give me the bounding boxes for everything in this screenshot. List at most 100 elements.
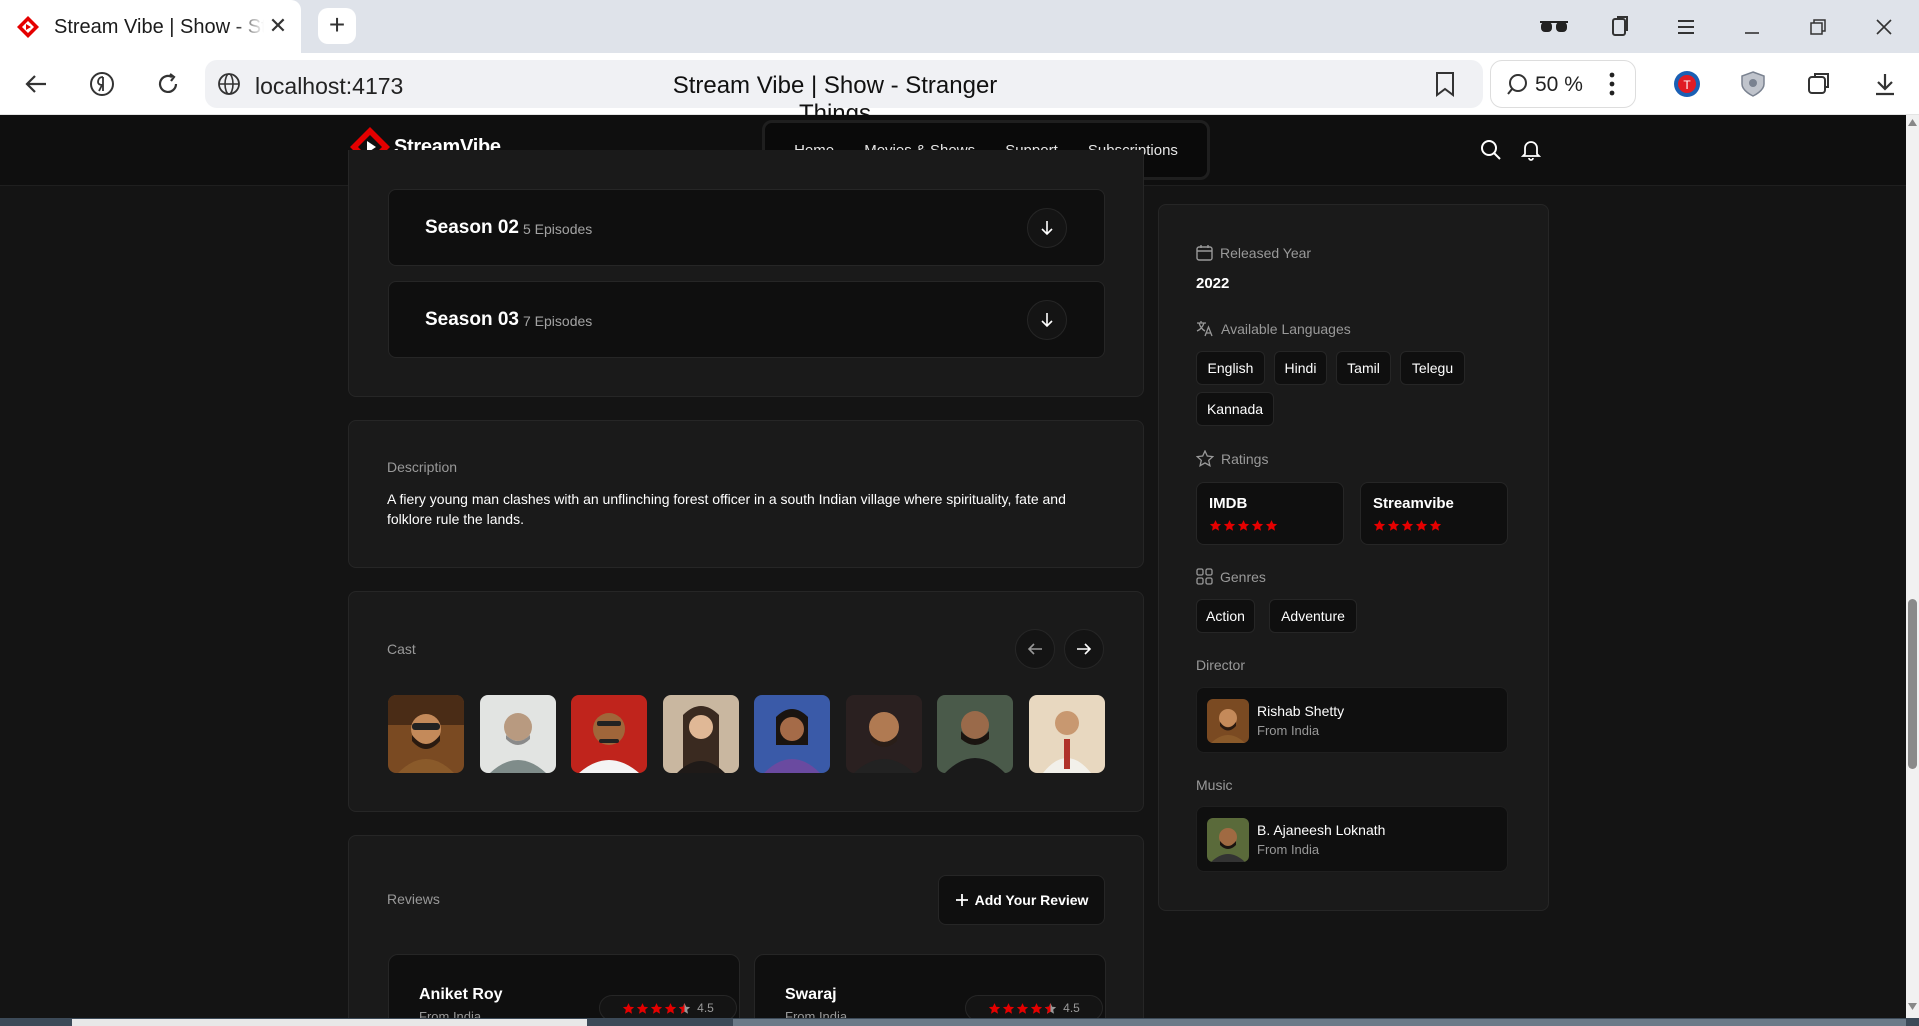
taskbar-segment xyxy=(733,1019,1906,1026)
seasons-panel xyxy=(348,150,1144,397)
star-icon xyxy=(1373,520,1386,531)
more-options-icon[interactable] xyxy=(1596,68,1628,100)
star-icon xyxy=(1003,1002,1015,1014)
cast-member-photo[interactable] xyxy=(846,695,922,773)
bookmark-icon[interactable] xyxy=(1435,71,1455,97)
star-icon xyxy=(1415,520,1428,531)
back-arrow-icon[interactable] xyxy=(20,68,52,100)
cast-member-photo[interactable] xyxy=(480,695,556,773)
grid-icon xyxy=(1196,568,1213,585)
scroll-down-icon[interactable] xyxy=(1908,1003,1917,1010)
expand-season-button[interactable] xyxy=(1027,208,1067,248)
scrollbar-thumb[interactable] xyxy=(1908,599,1917,769)
rating-value: 4.5 xyxy=(697,1001,714,1015)
menu-icon[interactable] xyxy=(1671,12,1701,42)
cast-member-photo[interactable] xyxy=(1029,695,1105,773)
streamvibe-favicon-icon xyxy=(17,16,39,38)
cast-next-button[interactable] xyxy=(1064,629,1104,669)
rating-card-imdb: IMDB xyxy=(1196,482,1344,545)
tab-title: Stream Vibe | Show - Stranger Things xyxy=(54,16,264,39)
star-icon xyxy=(1265,520,1278,531)
language-chip: Kannada xyxy=(1196,392,1274,426)
globe-icon xyxy=(218,73,240,95)
browser-address-bar: localhost:4173 Stream Vibe | Show - Stra… xyxy=(0,53,1919,127)
review-card: Swaraj From India 4.5 xyxy=(754,954,1106,1026)
arrow-down-icon xyxy=(1041,313,1053,328)
season-episodes: 7 Episodes xyxy=(523,313,593,329)
cast-member-photo[interactable] xyxy=(388,695,464,773)
extension-translate-icon[interactable]: T xyxy=(1671,68,1703,100)
director-location: From India xyxy=(1257,723,1320,738)
season-title: Season 03 xyxy=(425,309,519,330)
description-text: A fiery young man clashes with an unflin… xyxy=(387,491,1066,527)
cast-member-photo[interactable] xyxy=(754,695,830,773)
extension-puzzle-icon[interactable] xyxy=(1803,68,1835,100)
star-icon xyxy=(1223,520,1236,531)
cast-member-photo[interactable] xyxy=(571,695,647,773)
expand-season-button[interactable] xyxy=(1027,300,1067,340)
rating-stars-icon xyxy=(1209,519,1278,532)
season-episodes: 5 Episodes xyxy=(523,221,593,237)
rating-card-streamvibe: Streamvibe xyxy=(1360,482,1508,545)
language-chip: English xyxy=(1196,351,1265,385)
rating-stars-icon xyxy=(622,1002,691,1015)
extension-shield-icon[interactable] xyxy=(1737,68,1769,100)
director-name: Rishab Shetty xyxy=(1257,703,1345,719)
url-field[interactable]: localhost:4173 Stream Vibe | Show - Stra… xyxy=(205,60,1483,127)
download-icon[interactable] xyxy=(1869,68,1901,100)
yandex-icon[interactable] xyxy=(86,68,118,100)
svg-text:T: T xyxy=(1683,78,1691,92)
star-icon xyxy=(1017,1002,1029,1014)
minimize-icon[interactable] xyxy=(1737,12,1767,42)
collections-icon[interactable] xyxy=(1605,12,1635,42)
star-icon xyxy=(651,1002,663,1014)
star-icon xyxy=(1237,520,1250,531)
browser-tab-bar: Stream Vibe | Show - Stranger Things ✕ + xyxy=(0,0,1919,53)
tab-close-icon[interactable]: ✕ xyxy=(266,14,290,38)
review-card: Aniket Roy From India 4.5 xyxy=(388,954,740,1026)
star-outline-icon xyxy=(1196,450,1214,467)
plus-icon xyxy=(955,894,968,906)
genres-label: Genres xyxy=(1196,568,1266,585)
season-accordion-item[interactable]: Season 03 7 Episodes xyxy=(388,281,1105,358)
zoom-chat-icon xyxy=(1507,74,1527,95)
music-name: B. Ajaneesh Loknath xyxy=(1257,822,1386,838)
add-review-button[interactable]: Add Your Review xyxy=(938,875,1105,925)
search-icon[interactable] xyxy=(1477,136,1505,164)
restore-icon[interactable] xyxy=(1803,12,1833,42)
arrow-down-icon xyxy=(1041,221,1053,236)
released-year-label: Released Year xyxy=(1196,244,1311,261)
cast-member-photo[interactable] xyxy=(937,695,1013,773)
new-tab-button[interactable]: + xyxy=(318,8,356,44)
vertical-scrollbar[interactable] xyxy=(1906,115,1919,1018)
rating-stars-icon xyxy=(988,1002,1057,1015)
taskbar-highlight xyxy=(72,1019,587,1026)
incognito-glasses-icon[interactable] xyxy=(1539,12,1569,42)
add-review-label: Add Your Review xyxy=(974,892,1089,908)
language-chip: Telegu xyxy=(1400,351,1465,385)
translate-icon xyxy=(1196,321,1213,337)
cast-label: Cast xyxy=(387,641,416,657)
star-icon xyxy=(665,1002,677,1014)
director-card[interactable]: Rishab Shetty From India xyxy=(1196,687,1508,753)
browser-tab[interactable]: Stream Vibe | Show - Stranger Things ✕ xyxy=(0,0,301,53)
music-card[interactable]: B. Ajaneesh Loknath From India xyxy=(1196,806,1508,872)
url-text: localhost:4173 xyxy=(255,73,404,99)
director-label: Director xyxy=(1196,657,1246,673)
cast-prev-button[interactable] xyxy=(1015,629,1055,669)
languages-label: Available Languages xyxy=(1196,320,1351,337)
rating-stars-icon xyxy=(1373,519,1442,532)
rating-value: 4.5 xyxy=(1063,1001,1080,1015)
star-icon xyxy=(637,1002,649,1014)
bell-icon[interactable] xyxy=(1517,136,1545,164)
calendar-icon xyxy=(1196,245,1213,261)
close-window-icon[interactable] xyxy=(1869,12,1899,42)
scroll-up-icon[interactable] xyxy=(1908,119,1917,126)
reload-icon[interactable] xyxy=(152,68,184,100)
rating-source: IMDB xyxy=(1209,495,1248,512)
arrow-right-icon xyxy=(1077,643,1092,655)
season-accordion-item[interactable]: Season 02 5 Episodes xyxy=(388,189,1105,266)
show-info-sidebar xyxy=(1158,204,1549,911)
cast-member-photo[interactable] xyxy=(663,695,739,773)
reviews-label: Reviews xyxy=(387,891,440,907)
